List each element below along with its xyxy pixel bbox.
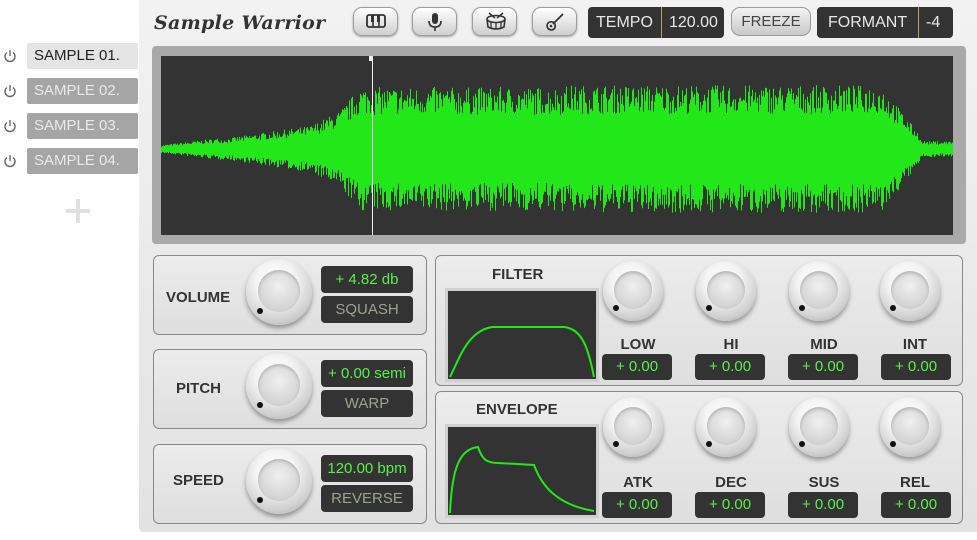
filter-hi-label: HI [723,336,739,353]
envelope-curve [449,445,595,514]
envelope-dec-knob[interactable] [696,397,756,457]
power-icon[interactable] [2,153,18,169]
playhead[interactable] [372,56,373,235]
drum-icon [486,12,506,30]
envelope-curve-display [445,424,599,518]
guitar-icon [546,13,564,31]
main-panel: Sample Warrior TEMPO 120.00 FREEZE FORMA… [139,0,977,532]
formant-display: FORMANT -4 [817,7,953,38]
filter-low-knob[interactable] [603,261,663,321]
sample-button[interactable]: SAMPLE 02. [27,78,138,104]
add-sample-icon[interactable] [64,197,92,225]
formant-label: FORMANT [828,14,908,31]
envelope-dec-label: DEC [715,474,747,491]
sample-button[interactable]: SAMPLE 03. [27,113,138,139]
filter-int-knob[interactable] [880,261,940,321]
filter-label: FILTER [492,266,544,283]
speed-label: SPEED [173,472,224,489]
tempo-label: TEMPO [596,14,653,31]
piano-button[interactable] [353,7,398,36]
envelope-dec-value: + 0.00 [695,492,765,518]
filter-int-value: + 0.00 [881,354,951,380]
volume-value: + 4.82 db [321,266,413,293]
freeze-button[interactable]: FREEZE [731,7,811,36]
sample-button[interactable]: SAMPLE 01. [27,43,138,69]
formant-value[interactable]: -4 [918,7,947,38]
envelope-sus-value: + 0.00 [788,492,858,518]
drum-button[interactable] [472,7,517,36]
microphone-button[interactable] [412,7,457,36]
filter-curve-display [445,288,599,382]
microphone-icon [428,13,442,31]
power-icon[interactable] [2,83,18,99]
envelope-section: ENVELOPE ATK DEC SUS REL + 0.00 + 0.00 +… [435,391,963,524]
envelope-atk-knob[interactable] [603,397,663,457]
filter-int-label: INT [902,336,928,353]
filter-mid-knob[interactable] [789,261,849,321]
waveform-display[interactable] [161,56,953,235]
envelope-rel-value: + 0.00 [881,492,951,518]
speed-knob[interactable] [246,448,312,514]
pitch-value: + 0.00 semi [321,360,413,387]
speed-section: SPEED 120.00 bpm REVERSE [153,444,427,524]
waveform-path [161,85,953,213]
filter-section: FILTER LOW HI MID INT + 0.00 + 0.00 + 0.… [435,255,963,386]
pitch-knob[interactable] [246,353,312,419]
envelope-rel-label: REL [900,474,930,491]
pitch-label: PITCH [176,380,221,397]
volume-section: VOLUME + 4.82 db SQUASH [153,255,427,335]
filter-mid-value: + 0.00 [788,354,858,380]
envelope-atk-label: ATK [623,474,653,491]
app-title: Sample Warrior [154,12,326,34]
volume-label: VOLUME [166,289,231,306]
pitch-section: PITCH + 0.00 semi WARP [153,349,427,429]
power-icon[interactable] [2,118,18,134]
guitar-button[interactable] [532,7,577,36]
envelope-sus-knob[interactable] [789,397,849,457]
tempo-value[interactable]: 120.00 [661,7,725,38]
filter-low-label: LOW [620,336,656,353]
volume-knob[interactable] [246,259,312,325]
filter-hi-knob[interactable] [696,261,756,321]
envelope-atk-value: + 0.00 [602,492,672,518]
reverse-button[interactable]: REVERSE [321,485,413,512]
tempo-display: TEMPO 120.00 [588,7,724,38]
waveform-frame [152,46,966,244]
speed-value: 120.00 bpm [321,455,413,482]
filter-mid-label: MID [810,336,838,353]
envelope-label: ENVELOPE [476,401,558,418]
squash-button[interactable]: SQUASH [321,296,413,323]
warp-button[interactable]: WARP [321,390,413,417]
envelope-rel-knob[interactable] [880,397,940,457]
playhead-handle[interactable] [369,56,373,61]
sample-button[interactable]: SAMPLE 04. [27,148,138,174]
waveform-graphic [161,85,953,213]
filter-low-value: + 0.00 [602,354,672,380]
filter-hi-value: + 0.00 [695,354,765,380]
power-icon[interactable] [2,48,18,64]
filter-curve [449,326,595,378]
envelope-sus-label: SUS [808,474,840,491]
piano-icon [366,14,386,28]
